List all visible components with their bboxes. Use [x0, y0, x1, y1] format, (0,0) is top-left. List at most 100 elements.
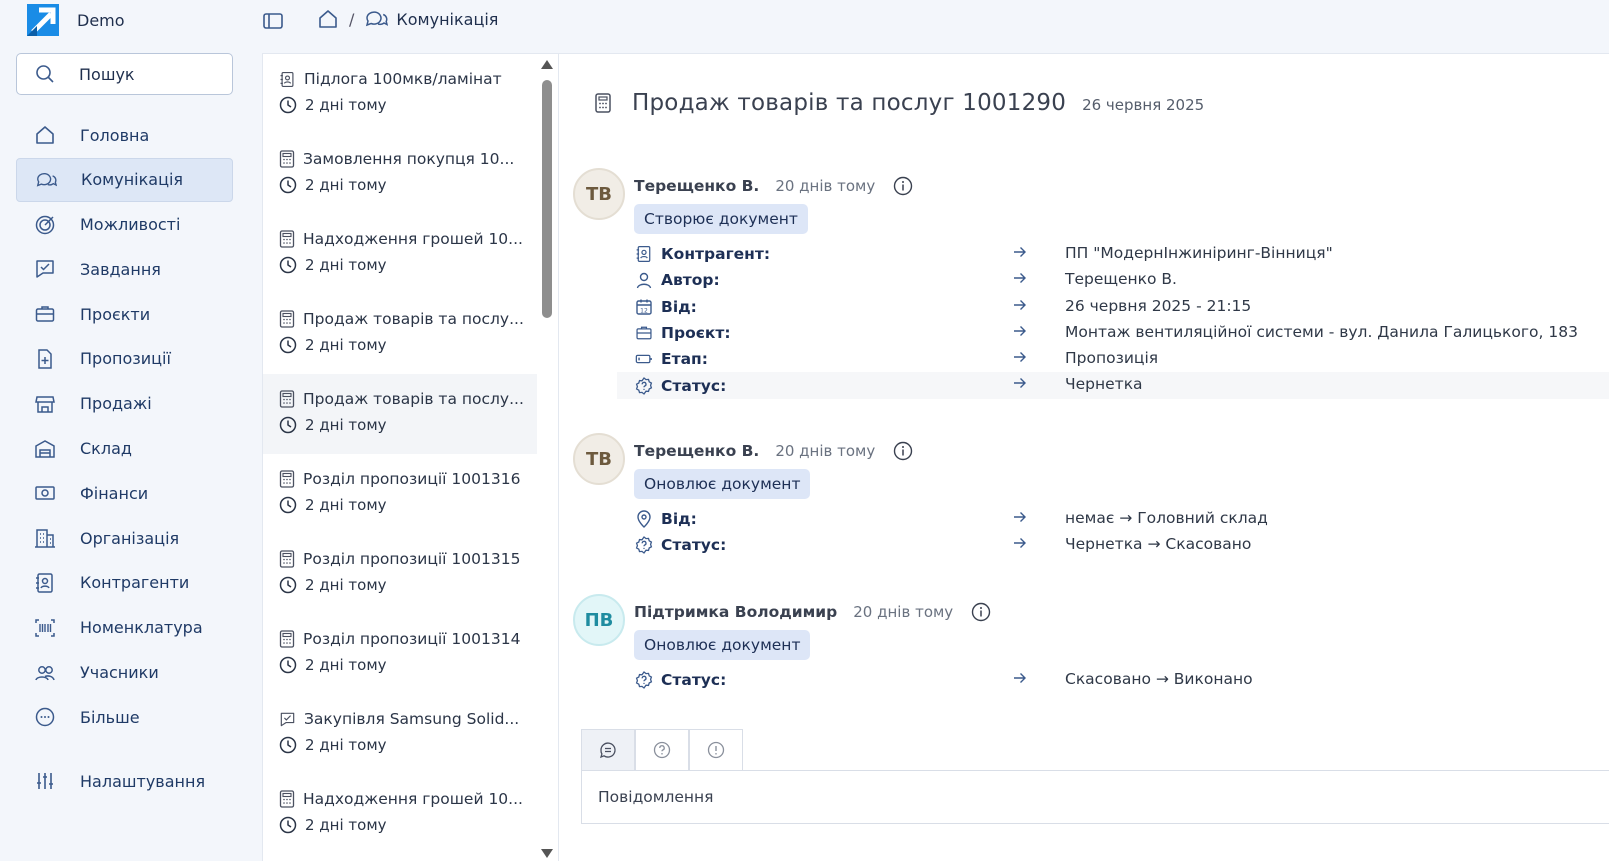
event-time: 20 днів тому [775, 442, 876, 460]
sidebar-item-barcode[interactable]: Номенклатура [16, 606, 233, 650]
event-time: 20 днів тому [775, 177, 876, 195]
avatar: ТВ [573, 168, 625, 220]
sidebar-item-chat[interactable]: Комунікація [16, 157, 233, 202]
list-item-title: Розділ пропозиції 1001315 [303, 550, 521, 568]
sidebar-item-label: Організація [80, 528, 180, 548]
briefcase-icon [34, 303, 56, 325]
barcode-icon [34, 617, 56, 639]
sidebar: Demo Пошук Головна Комунікація Можливост… [0, 0, 262, 861]
list-item[interactable]: Розділ пропозиції 1001316 2 дні тому [263, 454, 537, 534]
change-row: Автор: Терещенко В. [617, 267, 1609, 293]
info-icon[interactable] [893, 176, 913, 196]
sidebar-item-label: Завдання [80, 259, 161, 279]
list-item-time: 2 дні тому [305, 576, 387, 594]
sidebar-item-warehouse[interactable]: Склад [16, 427, 233, 471]
calculator-icon [279, 390, 295, 408]
change-row: Контрагент: ПП "МодернІнжиніринг-Вінниця… [617, 241, 1609, 267]
sidebar-toggle-icon[interactable] [262, 10, 284, 32]
info-icon[interactable] [893, 441, 913, 461]
calculator-icon [594, 93, 612, 113]
store-icon [34, 393, 56, 415]
message-icon [599, 741, 617, 759]
contact-icon [635, 245, 653, 263]
clock-icon [279, 336, 297, 354]
status-icon [635, 376, 653, 395]
user-icon [635, 271, 653, 289]
sidebar-item-label: Більше [80, 707, 140, 727]
sidebar-item-users[interactable]: Учасники [16, 651, 233, 695]
sidebar-item-label: Комунікація [81, 170, 184, 190]
sidebar-item-briefcase[interactable]: Проєкти [16, 292, 233, 336]
chat-icon [35, 169, 57, 191]
sidebar-item-settings[interactable]: Налаштування [16, 759, 233, 803]
change-value: 26 червня 2025 - 21:15 [1065, 296, 1252, 315]
clock-icon [279, 256, 297, 274]
sidebar-item-task[interactable]: Завдання [16, 247, 233, 291]
money-icon [34, 482, 56, 504]
clock-icon [279, 96, 297, 114]
tab-alert[interactable] [689, 729, 743, 770]
list-item-title: Замовлення покупця 10... [303, 150, 515, 168]
change-label: Етап: [661, 350, 708, 369]
main-nav: Головна Комунікація Можливості Завдання … [16, 113, 233, 740]
tab-question[interactable] [635, 729, 689, 770]
list-item-title: Розділ пропозиції 1001314 [303, 630, 521, 648]
message-input[interactable]: Повідомлення [581, 770, 1609, 824]
change-value: немає → Головний склад [1065, 509, 1268, 527]
sidebar-item-label: Головна [80, 125, 150, 145]
list-item[interactable]: Замовлення покупця 10... 2 дні тому [263, 134, 537, 214]
arrow-right-icon [1013, 298, 1027, 312]
avatar: ПВ [573, 594, 625, 646]
list-item[interactable]: Продаж товарів та послу... 2 дні тому [263, 374, 537, 454]
sidebar-item-proposal[interactable]: Пропозиції [16, 337, 233, 381]
event-action-badge: Створює документ [634, 204, 808, 234]
list-item[interactable]: Закупівля Samsung Solid... 2 дні тому [263, 694, 537, 774]
tab-comment[interactable] [581, 729, 635, 770]
sidebar-item-store[interactable]: Продажі [16, 382, 233, 426]
change-row: Проєкт: Монтаж вентиляційної системи - в… [617, 320, 1609, 346]
brand[interactable]: Demo [27, 4, 125, 36]
breadcrumb-current[interactable]: Комунікація [396, 10, 498, 29]
list-item-time: 2 дні тому [305, 656, 387, 674]
question-icon [653, 741, 671, 759]
list-item[interactable]: Розділ пропозиції 1001315 2 дні тому [263, 534, 537, 614]
arrow-right-icon [1013, 271, 1027, 285]
event-author: Підтримка Володимир [634, 603, 838, 621]
list-scrollbar[interactable] [540, 54, 554, 861]
list-item-time: 2 дні тому [305, 416, 387, 434]
home-icon[interactable] [317, 8, 339, 30]
list-item-title: Продаж товарів та послу... [303, 310, 524, 328]
sidebar-item-contact[interactable]: Контрагенти [16, 561, 233, 605]
list-item[interactable]: Надходження грошей 10... 2 дні тому [263, 774, 537, 854]
scroll-up-arrow[interactable] [541, 60, 553, 69]
logo-icon [27, 4, 59, 36]
event-action-badge: Оновлює документ [634, 630, 811, 660]
list-item[interactable]: Продаж товарів та послу... 2 дні тому [263, 294, 537, 374]
list-item[interactable]: Підлога 100мкв/ламінат 2 дні тому [263, 54, 537, 134]
scroll-thumb[interactable] [542, 80, 552, 318]
sidebar-item-more[interactable]: Більше [16, 695, 233, 739]
clock-icon [279, 656, 297, 674]
top-bar: / Комунікація [262, 0, 1609, 53]
sidebar-item-target[interactable]: Можливості [16, 203, 233, 247]
sidebar-item-building[interactable]: Організація [16, 516, 233, 560]
calculator-icon [279, 230, 295, 248]
sidebar-item-label: Пропозиції [80, 349, 171, 369]
sidebar-item-label: Номенклатура [80, 618, 203, 638]
list-item[interactable]: Надходження грошей 10... 2 дні тому [263, 214, 537, 294]
change-value: Терещенко В. [1065, 270, 1177, 289]
sidebar-item-home[interactable]: Головна [16, 113, 233, 157]
list-item[interactable]: Розділ пропозиції 1001314 2 дні тому [263, 614, 537, 694]
change-label: Статус: [661, 376, 727, 395]
info-icon[interactable] [971, 602, 991, 622]
sidebar-item-label: Контрагенти [80, 573, 190, 593]
sidebar-item-money[interactable]: Фінанси [16, 471, 233, 515]
search-button[interactable]: Пошук [16, 53, 233, 95]
change-value: ПП "МодернІнжиніринг-Вінниця" [1065, 244, 1333, 262]
sidebar-item-label: Склад [80, 439, 132, 459]
sidebar-item-label: Налаштування [80, 771, 206, 791]
scroll-down-arrow[interactable] [541, 849, 553, 858]
document-title: Продаж товарів та послуг 1001290 [632, 90, 1067, 116]
building-icon [34, 527, 56, 549]
proposal-icon [34, 348, 56, 370]
